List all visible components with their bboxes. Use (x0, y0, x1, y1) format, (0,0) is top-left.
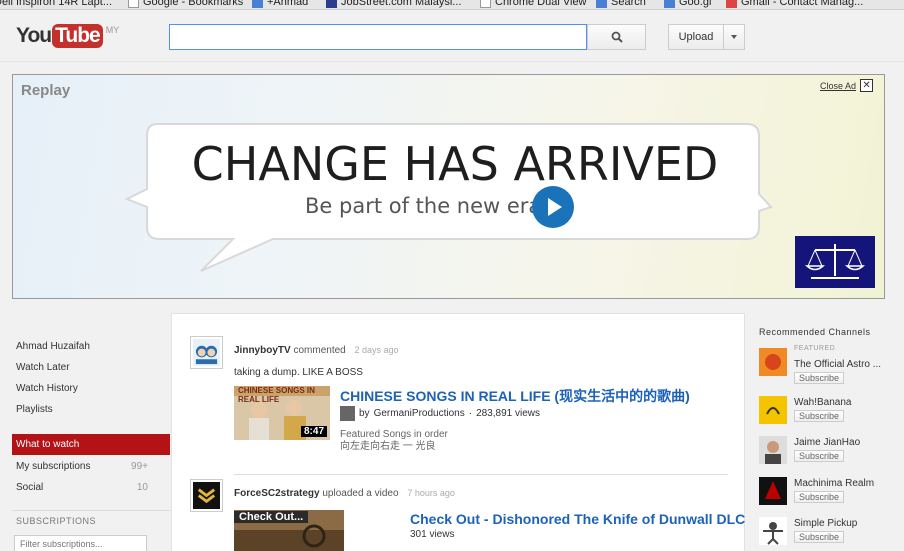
featured-label: FEATURED (794, 345, 836, 352)
divider (12, 510, 170, 511)
country-code: MY (105, 25, 120, 35)
feed-item-header: JinnyboyTV commented 2 days ago (234, 345, 399, 356)
subscriptions-count: 99+ (131, 461, 148, 472)
channel-name[interactable]: Machinima Realm (794, 478, 902, 489)
sidebar-item-what-to-watch[interactable]: What to watch (12, 434, 170, 455)
video-duration: 8:47 (300, 426, 327, 437)
subscribe-button[interactable]: Subscribe (794, 491, 845, 503)
video-thumbnail[interactable]: Check Out... (234, 510, 344, 551)
subscribe-button[interactable]: Subscribe (794, 531, 845, 543)
channel-name[interactable]: Jaime JianHao (794, 437, 902, 448)
bookmark-item[interactable]: Goo.gl (664, 0, 711, 8)
subscribe-button[interactable]: Subscribe (794, 372, 845, 384)
video-thumbnail[interactable]: CHINESE SONGS IN REAL LIFE 8:47 (234, 386, 330, 440)
search-button[interactable] (587, 24, 646, 50)
sidebar-item-social[interactable]: Social (16, 482, 43, 493)
sidebar-item-my-subscriptions[interactable]: My subscriptions (16, 461, 90, 472)
jinnyboy-avatar-image (193, 339, 220, 366)
subscribe-button[interactable]: Subscribe (794, 450, 845, 462)
timestamp: 2 days ago (354, 345, 399, 355)
channel-name[interactable]: The Official Astro ... (794, 359, 902, 370)
bookmark-item[interactable]: Search (596, 0, 646, 8)
channel-name[interactable]: Simple Pickup (794, 518, 902, 529)
page-icon (128, 0, 139, 8)
scales-icon (805, 244, 865, 279)
channel-link[interactable]: ForceSC2strategy (234, 488, 320, 499)
thumbnail-caption: Check Out... (234, 511, 309, 523)
bookmark-item[interactable]: Chrome Dual View (480, 0, 587, 8)
bookmark-item[interactable]: Google - Bookmarks (128, 0, 243, 8)
ad-subline: Be part of the new era (305, 194, 542, 218)
channel-avatar[interactable] (759, 396, 787, 424)
channel-name[interactable]: Wah!Banana (794, 397, 902, 408)
divider (234, 474, 728, 475)
search-input[interactable] (169, 24, 587, 50)
jobstreet-icon (326, 0, 337, 8)
sidebar-item-user[interactable]: Ahmad Huzaifah (16, 341, 90, 352)
channel-item: Machinima Realm Subscribe (759, 477, 904, 511)
bookmark-item[interactable]: JobStreet.com Malaysi... (326, 0, 461, 8)
google-icon (596, 0, 607, 8)
gmail-icon (726, 0, 737, 8)
video-title-link[interactable]: Check Out - Dishonored The Knife of Dunw… (410, 511, 745, 527)
force-avatar-image (193, 482, 220, 509)
bookmark-item[interactable]: Gmail - Contact Manag... (726, 0, 863, 8)
upload-menu-button[interactable] (723, 24, 745, 50)
video-meta: by GermaniProductions · 283,891 views (340, 406, 540, 421)
sidebar-item-watch-later[interactable]: Watch Later (16, 362, 70, 373)
feed-item-header: ForceSC2strategy uploaded a video 7 hour… (234, 488, 455, 499)
masthead: You Tube MY Upload (0, 10, 904, 62)
activity-feed: JinnyboyTV commented 2 days ago taking a… (171, 313, 745, 551)
thumbnail-caption: CHINESE SONGS IN REAL LIFE (238, 386, 315, 404)
channel-avatar[interactable] (759, 348, 787, 376)
subscriptions-heading: SUBSCRIPTIONS (16, 516, 97, 526)
ad-banner[interactable]: Replay Close Ad ✕ CHANGE HAS ARRIVED Be … (12, 74, 885, 299)
channel-link[interactable]: JinnyboyTV (234, 345, 291, 356)
video-title-link[interactable]: CHINESE SONGS IN REAL LIFE (现实生活中的的歌曲) (340, 386, 690, 406)
social-count: 10 (136, 482, 148, 493)
video-description: Featured Songs in order 向左走向右走 一 光良 (340, 429, 448, 452)
timestamp: 7 hours ago (407, 488, 455, 498)
channel-item: Wah!Banana Subscribe (759, 396, 904, 430)
avatar[interactable] (190, 479, 223, 512)
upload-button[interactable]: Upload (668, 24, 723, 50)
sidebar-item-playlists[interactable]: Playlists (16, 404, 53, 415)
google-icon (664, 0, 675, 8)
play-icon (548, 198, 562, 216)
bookmark-item[interactable]: Dell Inspiron 14R Lapt... (0, 0, 112, 8)
comment-text: taking a dump. LIKE A BOSS (234, 367, 363, 378)
youtube-logo[interactable]: You Tube MY (16, 24, 119, 48)
view-count: 283,891 views (476, 408, 540, 419)
uploader-avatar (340, 406, 355, 421)
sidebar-item-watch-history[interactable]: Watch History (16, 383, 78, 394)
video-meta: 301 views (410, 529, 454, 540)
ad-replay-button[interactable]: Replay (21, 82, 70, 99)
channel-avatar[interactable] (759, 517, 787, 545)
channel-item: Simple Pickup Subscribe (759, 517, 904, 551)
channel-avatar[interactable] (759, 436, 787, 464)
recommended-heading: Recommended Channels (759, 327, 871, 337)
chevron-down-icon (731, 35, 737, 39)
bookmarks-bar: Dell Inspiron 14R Lapt... Google - Bookm… (0, 0, 904, 10)
channel-avatar[interactable] (759, 477, 787, 505)
ad-headline: CHANGE HAS ARRIVED (191, 137, 719, 191)
google-icon (252, 0, 263, 8)
view-count: 301 views (410, 529, 455, 540)
channel-item: Jaime JianHao Subscribe (759, 436, 904, 470)
page-icon (480, 0, 491, 8)
bookmark-item[interactable]: +Ahmad (252, 0, 308, 8)
ad-play-button[interactable] (532, 186, 574, 228)
scales-logo (795, 236, 875, 288)
filter-subscriptions-input[interactable] (14, 535, 147, 551)
search-icon (611, 31, 623, 43)
uploader-link[interactable]: GermaniProductions (374, 408, 465, 419)
close-ad-button[interactable]: Close Ad ✕ (820, 79, 874, 92)
youtube-page: Dell Inspiron 14R Lapt... Google - Bookm… (0, 0, 904, 551)
channel-item: FEATURED The Official Astro ... Subscrib… (759, 345, 904, 384)
subscribe-button[interactable]: Subscribe (794, 410, 845, 422)
close-icon: ✕ (860, 79, 874, 92)
avatar[interactable] (190, 336, 223, 369)
